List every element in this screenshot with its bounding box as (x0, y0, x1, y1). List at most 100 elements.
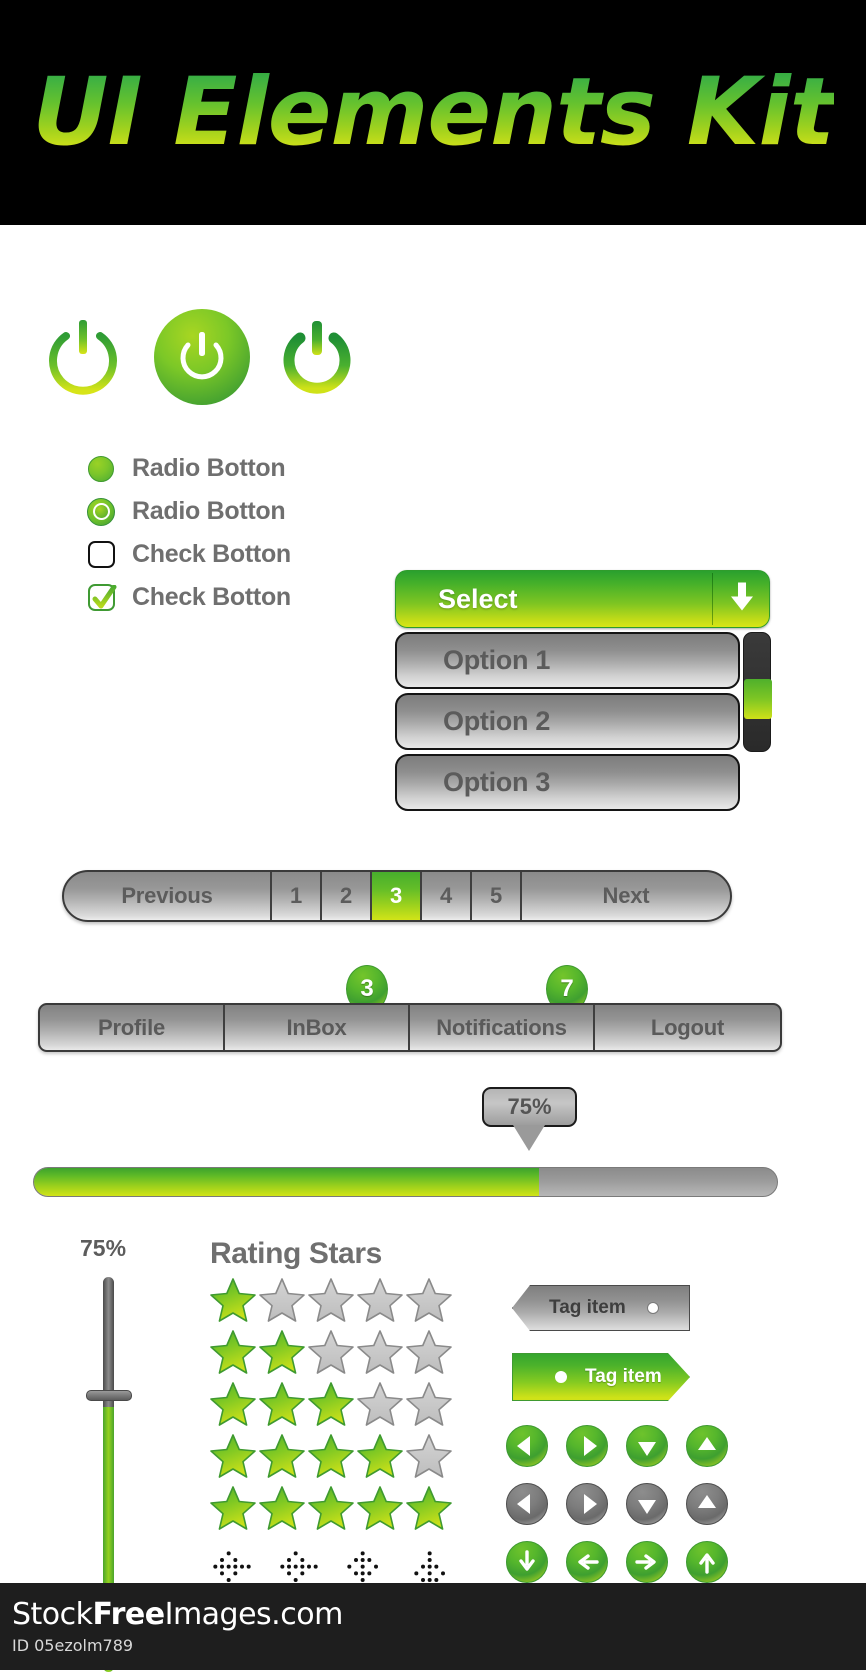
arrow-button-row-1 (506, 1425, 728, 1467)
arrow-right-triangle-icon[interactable] (566, 1425, 608, 1467)
star-filled-icon[interactable] (210, 1329, 256, 1380)
select-option-2[interactable]: Option 2 (395, 693, 740, 750)
checkbox-checked-icon[interactable] (84, 584, 118, 611)
star-filled-icon[interactable] (308, 1485, 354, 1536)
pagination-page-4[interactable]: 4 (422, 872, 472, 920)
pagination-page-2[interactable]: 2 (322, 872, 372, 920)
arrow-up-triangle-icon[interactable] (686, 1425, 728, 1467)
select-option-label: Option 3 (443, 767, 551, 797)
vertical-slider: 75% (75, 1235, 145, 1672)
star-filled-icon[interactable] (259, 1329, 305, 1380)
radio-row-2[interactable]: Radio Botton (84, 490, 291, 533)
arrow-down-triangle-icon[interactable] (626, 1425, 668, 1467)
star-filled-icon[interactable] (357, 1433, 403, 1484)
kit-canvas: Radio Botton Radio Botton Check Botton C… (0, 225, 866, 1672)
star-empty-icon[interactable] (357, 1381, 403, 1432)
star-empty-icon[interactable] (406, 1329, 452, 1380)
radio-label-2: Radio Botton (132, 497, 286, 525)
footer-brand-suffix: Images.com (164, 1597, 344, 1632)
header-banner: UI Elements Kit (0, 0, 866, 225)
power-button-filled[interactable] (150, 305, 254, 409)
star-filled-icon[interactable] (210, 1277, 256, 1328)
progress-bar[interactable] (33, 1167, 778, 1197)
star-filled-icon[interactable] (357, 1485, 403, 1536)
radio-label-1: Radio Botton (132, 454, 286, 482)
footer-brand-bold: Free (92, 1597, 166, 1632)
select-scrollbar[interactable] (743, 632, 772, 752)
tab-inbox[interactable]: InBox (225, 1005, 410, 1050)
rating-row-1[interactable] (210, 1277, 452, 1328)
checkbox-label-1: Check Botton (132, 540, 291, 568)
select-option-3[interactable]: Option 3 (395, 754, 740, 811)
star-filled-icon[interactable] (308, 1381, 354, 1432)
star-empty-icon[interactable] (308, 1329, 354, 1380)
arrow-right-triangle-icon[interactable] (566, 1483, 608, 1525)
arrow-left-triangle-icon[interactable] (506, 1425, 548, 1467)
rating-row-4[interactable] (210, 1433, 452, 1484)
select-header[interactable]: Select (395, 570, 770, 628)
star-filled-icon[interactable] (308, 1433, 354, 1484)
tab-profile[interactable]: Profile (40, 1005, 225, 1050)
star-empty-icon[interactable] (406, 1277, 452, 1328)
star-empty-icon[interactable] (259, 1277, 305, 1328)
pagination-page-3[interactable]: 3 (372, 872, 422, 920)
select-option-1[interactable]: Option 1 (395, 632, 740, 689)
rating-row-3[interactable] (210, 1381, 452, 1432)
select-scrollbar-thumb[interactable] (744, 679, 772, 719)
arrow-down-icon[interactable] (506, 1541, 548, 1583)
arrow-left-triangle-icon[interactable] (506, 1483, 548, 1525)
checkbox-row-1[interactable]: Check Botton (84, 533, 291, 576)
arrow-left-icon[interactable] (566, 1541, 608, 1583)
tag-hole-icon (647, 1302, 659, 1314)
checkbox-empty-icon[interactable] (84, 541, 118, 568)
arrow-right-icon[interactable] (626, 1541, 668, 1583)
pagination-previous[interactable]: Previous (64, 872, 272, 920)
star-filled-icon[interactable] (406, 1485, 452, 1536)
rating-row-5[interactable] (210, 1485, 452, 1536)
star-empty-icon[interactable] (357, 1329, 403, 1380)
radio-row-1[interactable]: Radio Botton (84, 447, 291, 490)
star-empty-icon[interactable] (308, 1277, 354, 1328)
star-empty-icon[interactable] (357, 1277, 403, 1328)
star-filled-icon[interactable] (259, 1381, 305, 1432)
pagination-page-1[interactable]: 1 (272, 872, 322, 920)
tag-label: Tag item (585, 1366, 662, 1387)
power-button-outline-small[interactable] (40, 314, 126, 400)
tag-item-gray[interactable]: Tag item (512, 1285, 690, 1331)
power-button-group (40, 305, 358, 409)
nav-tabs: Profile InBox Notifications Logout (38, 1003, 782, 1052)
arrow-up-icon[interactable] (686, 1541, 728, 1583)
vertical-slider-thumb[interactable] (86, 1390, 132, 1401)
arrow-up-triangle-icon[interactable] (686, 1483, 728, 1525)
star-filled-icon[interactable] (210, 1485, 256, 1536)
arrow-button-row-2 (506, 1483, 728, 1525)
page-title: UI Elements Kit (32, 58, 834, 167)
vertical-slider-track-upper[interactable] (103, 1277, 114, 1407)
tab-logout[interactable]: Logout (595, 1005, 780, 1050)
star-empty-icon[interactable] (406, 1381, 452, 1432)
star-filled-icon[interactable] (259, 1433, 305, 1484)
tag-item-green[interactable]: Tag item (512, 1353, 690, 1401)
star-empty-icon[interactable] (406, 1433, 452, 1484)
checkbox-label-2: Check Botton (132, 583, 291, 611)
footer-brand: StockFreeImages.com (12, 1597, 866, 1632)
rating-row-2[interactable] (210, 1329, 452, 1380)
radio-ring-icon[interactable] (84, 497, 118, 526)
star-filled-icon[interactable] (210, 1381, 256, 1432)
power-button-outline-bold[interactable] (278, 316, 358, 398)
arrow-button-row-3 (506, 1541, 728, 1583)
radio-filled-icon[interactable] (84, 455, 118, 482)
footer-brand-prefix: Stock (12, 1597, 93, 1632)
star-filled-icon[interactable] (259, 1485, 305, 1536)
tab-notifications[interactable]: Notifications (410, 1005, 595, 1050)
arrow-down-icon[interactable] (727, 580, 757, 619)
vertical-slider-label: 75% (80, 1235, 127, 1261)
pagination-next[interactable]: Next (522, 872, 730, 920)
progress-tooltip-tail (513, 1125, 545, 1151)
pagination-page-5[interactable]: 5 (472, 872, 522, 920)
checkbox-row-2[interactable]: Check Botton (84, 576, 291, 619)
choice-list: Radio Botton Radio Botton Check Botton C… (84, 447, 291, 619)
select-option-label: Option 2 (443, 706, 551, 736)
arrow-down-triangle-icon[interactable] (626, 1483, 668, 1525)
star-filled-icon[interactable] (210, 1433, 256, 1484)
